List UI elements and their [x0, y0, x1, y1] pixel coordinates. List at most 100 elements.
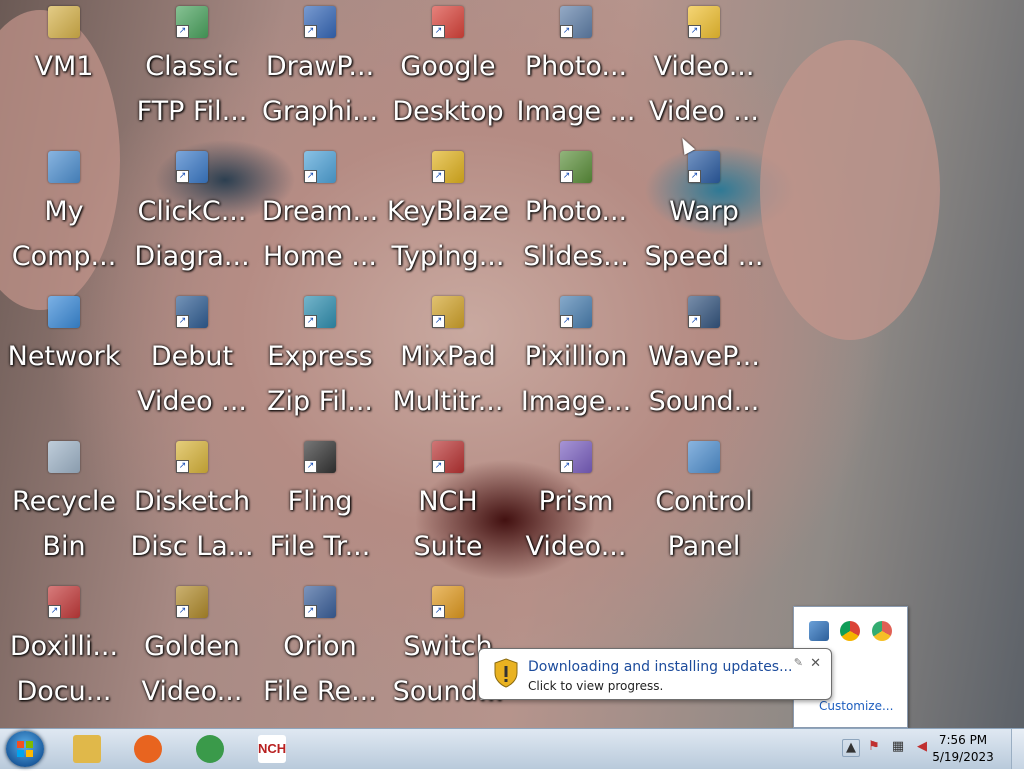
desktop-icon[interactable]: ↗ Golden Video... — [128, 580, 256, 725]
desktop-icon-label-line2: Zip Fil... — [266, 386, 374, 417]
desktop-icon[interactable]: ↗ Photo... Image ... — [512, 0, 640, 145]
desktop-icon[interactable]: Control Panel — [640, 435, 768, 580]
zip-icon: ↗ — [304, 296, 336, 328]
desktop-icon-label-line2: Image ... — [516, 96, 636, 127]
desktop-icon-label: Video... Video ... — [640, 44, 768, 134]
update-notification-balloon[interactable]: Downloading and installing updates... Cl… — [478, 648, 832, 700]
video-star-icon: ↗ — [688, 6, 720, 38]
desktop-icon[interactable]: ↗ Google Desktop — [384, 0, 512, 145]
desktop-icon[interactable]: ↗ Debut Video ... — [128, 290, 256, 435]
clock-time[interactable]: 7:56 PM — [928, 733, 998, 747]
desktop-icon[interactable]: ↗ Pixillion Image... — [512, 290, 640, 435]
desktop-icon-label: NCH Suite — [384, 479, 512, 569]
start-button[interactable] — [6, 731, 44, 767]
desktop-icon-label-line1: Express — [267, 341, 373, 372]
network-icon[interactable]: ▦ — [890, 739, 906, 755]
desktop-icon-label-line1: Pixillion — [524, 341, 628, 372]
shortcut-arrow-icon: ↗ — [176, 315, 189, 328]
action-center-icon[interactable]: ⚑ — [866, 739, 882, 755]
desktop-icon-label: Control Panel — [640, 479, 768, 569]
nch-icon[interactable]: NCH — [252, 732, 292, 766]
desktop-icon-label-line2: Panel — [667, 531, 741, 562]
desktop-icon-label-line2: Desktop — [392, 96, 504, 127]
taskbar: NCH ▲ ⚑ ▦ ◀ 7:56 PM 5/19/2023 — [0, 728, 1024, 769]
shortcut-arrow-icon: ↗ — [432, 315, 445, 328]
audio-converter-icon: ↗ — [432, 586, 464, 618]
desktop-icon-label: Disketch Disc La... — [128, 479, 256, 569]
firefox-icon[interactable] — [128, 732, 168, 766]
image-converter-icon: ↗ — [560, 296, 592, 328]
desktop-icon[interactable]: ↗ Dream... Home ... — [256, 145, 384, 290]
desktop-icon[interactable]: ↗ Disketch Disc La... — [128, 435, 256, 580]
desktop-icon[interactable]: My Comp... — [0, 145, 128, 290]
file-explorer-icon[interactable] — [67, 732, 107, 766]
clock-date[interactable]: 5/19/2023 — [928, 750, 998, 764]
show-hidden-icons-icon[interactable]: ▲ — [842, 739, 860, 757]
desktop-icon-label-line2: Comp... — [11, 241, 117, 272]
desktop-icon[interactable]: ↗ MixPad Multitr... — [384, 290, 512, 435]
desktop-icon[interactable]: ↗ Warp Speed ... — [640, 145, 768, 290]
desktop-icon-label-line1: NCH — [418, 486, 478, 517]
desktop-icon[interactable]: ↗ Prism Video... — [512, 435, 640, 580]
desktop-icon[interactable]: VM1 — [0, 0, 128, 145]
customize-link[interactable]: Customize... — [819, 699, 893, 713]
shortcut-arrow-icon: ↗ — [304, 460, 317, 473]
desktop-icon-label-line2: Video ... — [137, 386, 247, 417]
desktop-icon[interactable]: ↗ ClickC... Diagra... — [128, 145, 256, 290]
show-desktop-button[interactable] — [1011, 729, 1024, 769]
computer-icon — [48, 151, 80, 183]
desktop-icon[interactable]: ↗ NCH Suite — [384, 435, 512, 580]
chrome-tray-icon[interactable] — [840, 621, 860, 641]
desktop-icon-label: Golden Video... — [128, 624, 256, 714]
pin-icon[interactable]: ✎ — [794, 656, 803, 669]
desktop-icon-label-line1: Fling — [287, 486, 353, 517]
desktop-icon[interactable]: Network — [0, 290, 128, 435]
mixpad-icon: ↗ — [432, 296, 464, 328]
shortcut-arrow-icon: ↗ — [688, 25, 701, 38]
shortcut-arrow-icon: ↗ — [432, 170, 445, 183]
desktop-icon[interactable]: ↗ Express Zip Fil... — [256, 290, 384, 435]
chrome-update-tray-icon[interactable] — [872, 621, 892, 641]
chrome-icon[interactable] — [190, 732, 230, 766]
shortcut-arrow-icon: ↗ — [432, 25, 445, 38]
desktop-icon-label-line1: WaveP... — [648, 341, 760, 372]
desktop-icon[interactable]: ↗ WaveP... Sound... — [640, 290, 768, 435]
desktop-icon[interactable]: ↗ Classic FTP Fil... — [128, 0, 256, 145]
desktop-icon[interactable]: ↗ Photo... Slides... — [512, 145, 640, 290]
recycle-bin-icon — [48, 441, 80, 473]
desktop-icon[interactable]: ↗ Video... Video ... — [640, 0, 768, 145]
desktop-icon-label-line1: Google — [400, 51, 496, 82]
windows-logo-icon — [17, 741, 33, 757]
desktop-icon[interactable]: ↗ Orion File Re... — [256, 580, 384, 725]
desktop-icon-label-line1: Warp — [669, 196, 739, 227]
desktop-icon-label-line2: Typing... — [391, 241, 505, 272]
desktop-icon-label: Prism Video... — [512, 479, 640, 569]
desktop-icon-label: Orion File Re... — [256, 624, 384, 714]
update-tray-icon[interactable] — [809, 621, 829, 641]
shortcut-arrow-icon: ↗ — [432, 605, 445, 618]
desktop-icon-label-line2: File Re... — [263, 676, 377, 707]
desktop-icon-label: Express Zip Fil... — [256, 334, 384, 424]
shortcut-arrow-icon: ↗ — [304, 25, 317, 38]
desktop-icon-label-line1: My — [44, 196, 84, 227]
desktop-icon-label: ClickC... Diagra... — [128, 189, 256, 279]
golden-video-icon: ↗ — [176, 586, 208, 618]
close-icon[interactable]: ✕ — [810, 656, 821, 671]
nch-label: NCH — [258, 741, 287, 756]
desktop-icon-label: Dream... Home ... — [256, 189, 384, 279]
desktop-icon[interactable]: ↗ DrawP... Graphi... — [256, 0, 384, 145]
desktop-icon-label-line1: Prism — [538, 486, 614, 517]
desktop-icon-label: VM1 — [0, 44, 128, 89]
desktop-icon[interactable]: ↗ Doxilli... Docu... — [0, 580, 128, 725]
desktop-icon-label: DrawP... Graphi... — [256, 44, 384, 134]
desktop-icon-label-line2: Suite — [413, 531, 483, 562]
desktop-icon-label: Debut Video ... — [128, 334, 256, 424]
desktop-icon[interactable]: ↗ Fling File Tr... — [256, 435, 384, 580]
shortcut-arrow-icon: ↗ — [432, 460, 445, 473]
desktop-icon-label-line1: Disketch — [133, 486, 251, 517]
desktop-icon-label: Google Desktop — [384, 44, 512, 134]
desktop-icon[interactable]: ↗ KeyBlaze Typing... — [384, 145, 512, 290]
desktop-icon[interactable]: Recycle Bin — [0, 435, 128, 580]
desktop-icon-label: Fling File Tr... — [256, 479, 384, 569]
desktop-icon-label-line2: Diagra... — [134, 241, 250, 272]
